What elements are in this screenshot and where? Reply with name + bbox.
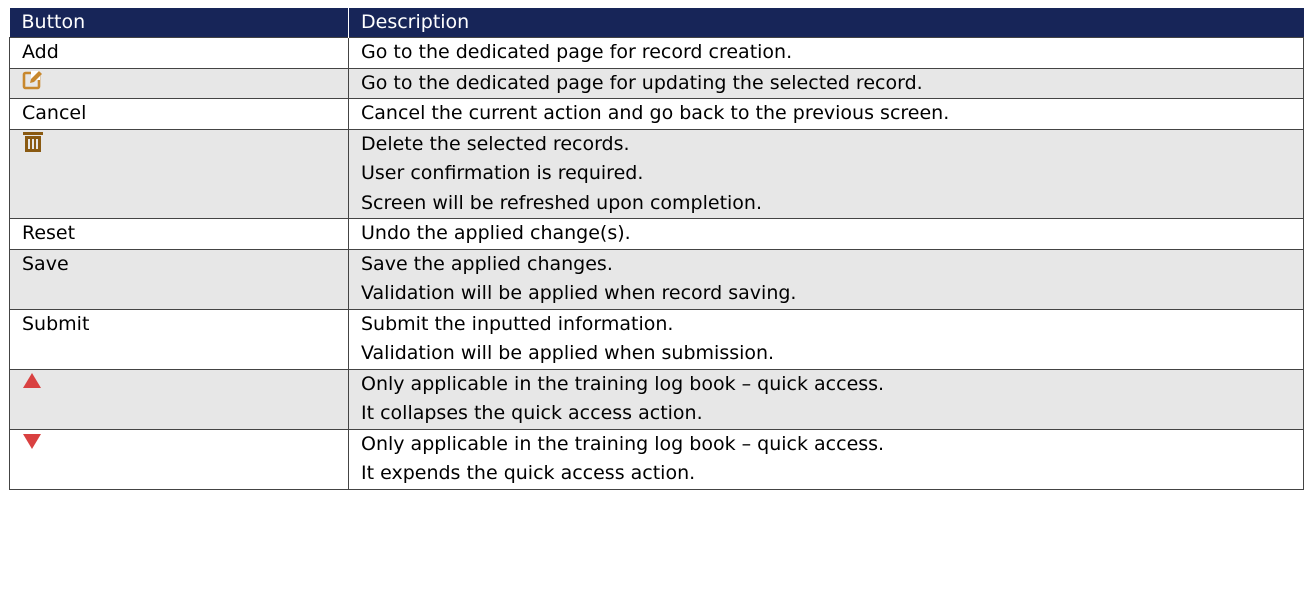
description-cell: Save the applied changes. Validation will…: [348, 248, 1304, 310]
description-cell: Go to the dedicated page for updating th…: [348, 67, 1304, 99]
button-cell: [9, 67, 349, 101]
button-label: Add: [22, 41, 59, 63]
description-line: Cancel the current action and go back to…: [361, 102, 950, 124]
description-line: Go to the dedicated page for record crea…: [361, 41, 793, 63]
description-line: User confirmation is required.: [361, 162, 644, 184]
edit-icon: [22, 69, 44, 101]
table-row: Add Go to the dedicated page for record c…: [9, 37, 1304, 69]
description-line: Delete the selected records.: [361, 132, 630, 155]
description-cell: Go to the dedicated page for record crea…: [348, 37, 1304, 69]
description-line: Only applicable in the training log book…: [361, 372, 885, 395]
header-description: Description: [348, 8, 1304, 38]
table-body: Add Go to the dedicated page for record c…: [9, 37, 1304, 490]
description-cell: Undo the applied change(s).: [348, 218, 1304, 250]
button-cell: [9, 368, 349, 430]
button-cell: Cancel: [9, 98, 349, 130]
description-line: It expends the quick access action.: [361, 462, 696, 484]
button-label: Reset: [22, 222, 76, 244]
triangle-down-icon: [22, 430, 42, 460]
table-row: Save Save the applied changes. Validation …: [9, 248, 1304, 310]
button-description-table: Button Description Add Go to the dedicate…: [9, 8, 1304, 490]
table-row: Go to the dedicated page for updating th…: [9, 67, 1304, 101]
description-cell: Delete the selected records. User confirm…: [348, 128, 1304, 219]
description-line: Submit the inputted information.: [361, 312, 674, 335]
table-row: Delete the selected records. User confirm…: [9, 128, 1304, 219]
description-cell: Only applicable in the training log book…: [348, 368, 1304, 430]
triangle-up-icon: [22, 370, 42, 400]
table-header-row: Button Description: [9, 8, 1304, 38]
button-cell: [9, 428, 349, 490]
description-line: Undo the applied change(s).: [361, 222, 631, 244]
button-label: Cancel: [22, 102, 87, 124]
description-line: Validation will be applied when submissi…: [361, 342, 775, 364]
table-row: Only applicable in the training log book…: [9, 428, 1304, 490]
description-cell: Cancel the current action and go back to…: [348, 98, 1304, 130]
description-line: Only applicable in the training log book…: [361, 432, 885, 455]
table-row: Only applicable in the training log book…: [9, 368, 1304, 430]
button-cell: Submit: [9, 308, 349, 370]
button-cell: Reset: [9, 218, 349, 250]
table-row: Submit Submit the inputted information. Va…: [9, 308, 1304, 370]
trash-icon: [22, 130, 44, 164]
button-cell: Save: [9, 248, 349, 310]
description-line: Screen will be refreshed upon completion…: [361, 191, 763, 214]
header-button: Button: [9, 8, 349, 38]
description-line: Validation will be applied when record s…: [361, 282, 797, 304]
description-line: Go to the dedicated page for updating th…: [361, 71, 923, 94]
table-row: Reset Undo the applied change(s).: [9, 218, 1304, 250]
description-cell: Submit the inputted information. Validati…: [348, 308, 1304, 370]
table-row: Cancel Cancel the current action and go b…: [9, 98, 1304, 130]
button-label: Submit: [22, 312, 90, 335]
description-line: It collapses the quick access action.: [361, 402, 703, 424]
button-cell: Add: [9, 37, 349, 69]
button-cell: [9, 128, 349, 219]
description-cell: Only applicable in the training log book…: [348, 428, 1304, 490]
button-label: Save: [22, 252, 69, 275]
description-line: Save the applied changes.: [361, 252, 613, 275]
